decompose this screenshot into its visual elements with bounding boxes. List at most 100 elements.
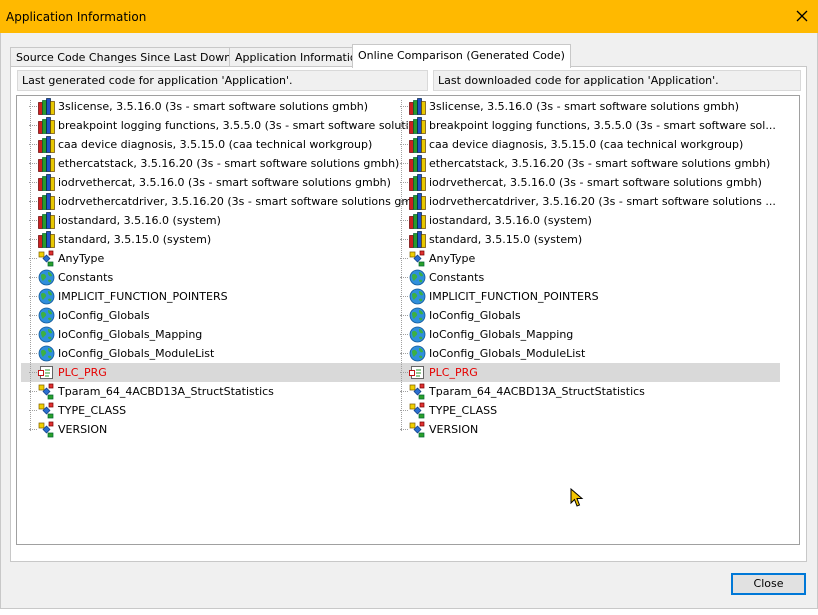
tree-connector <box>29 334 37 335</box>
tree-item-right[interactable]: IoConfig_Globals_ModuleList <box>400 344 779 363</box>
tree-item-right[interactable]: IMPLICIT_FUNCTION_POINTERS <box>400 287 779 306</box>
tree-item-label: iodrvethercat, 3.5.16.0 (3s - smart soft… <box>429 176 762 189</box>
tree-item-right[interactable]: TYPE_CLASS <box>400 401 779 420</box>
title-bar: Application Information <box>0 0 818 33</box>
tree-item-left[interactable]: TYPE_CLASS <box>29 401 424 420</box>
tree-item-label: IMPLICIT_FUNCTION_POINTERS <box>58 290 228 303</box>
tree-item-label: caa device diagnosis, 3.5.15.0 (caa tech… <box>58 138 373 151</box>
tree-connector <box>29 144 37 145</box>
datatype-icon <box>409 421 426 438</box>
globe-icon <box>38 345 55 362</box>
tree-item-right[interactable]: ethercatstack, 3.5.16.20 (3s - smart sof… <box>400 154 779 173</box>
tree-item-left[interactable]: breakpoint logging functions, 3.5.5.0 (3… <box>29 116 424 135</box>
tree-item-label: iostandard, 3.5.16.0 (system) <box>429 214 592 227</box>
datatype-icon <box>409 250 426 267</box>
tree-item-left[interactable]: caa device diagnosis, 3.5.15.0 (caa tech… <box>29 135 424 154</box>
tree-item-right[interactable]: AnyType <box>400 249 779 268</box>
tree-connector <box>400 296 408 297</box>
tree-item-label: iodrvethercat, 3.5.16.0 (3s - smart soft… <box>58 176 391 189</box>
tree-item-right[interactable]: 3slicense, 3.5.16.0 (3s - smart software… <box>400 97 779 116</box>
tab-online-comparison[interactable]: Online Comparison (Generated Code) <box>352 44 571 68</box>
datatype-icon <box>409 402 426 419</box>
tree-item-left[interactable]: VERSION <box>29 420 424 439</box>
tree-item-label: 3slicense, 3.5.16.0 (3s - smart software… <box>58 100 369 113</box>
tree-item-right[interactable]: IoConfig_Globals <box>400 306 779 325</box>
tree-item-left[interactable]: PLC_PRG <box>29 363 424 382</box>
tree-item-label: ethercatstack, 3.5.16.20 (3s - smart sof… <box>58 157 400 170</box>
tree-connector <box>29 353 37 354</box>
close-icon[interactable] <box>790 4 814 28</box>
tree-connector <box>29 163 37 164</box>
tree-item-label: TYPE_CLASS <box>58 404 127 417</box>
globe-icon <box>409 345 426 362</box>
tree-item-left[interactable]: IoConfig_Globals <box>29 306 424 325</box>
library-icon <box>38 136 55 153</box>
tree-item-label: Tparam_64_4ACBD13A_StructStatistics <box>429 385 645 398</box>
tree-item-right[interactable]: iodrvethercat, 3.5.16.0 (3s - smart soft… <box>400 173 779 192</box>
library-icon <box>409 98 426 115</box>
tree-connector <box>400 258 408 259</box>
tree-item-left[interactable]: iostandard, 3.5.16.0 (system) <box>29 211 424 230</box>
tree-item-right[interactable]: VERSION <box>400 420 779 439</box>
tree-item-left[interactable]: iodrvethercatdriver, 3.5.16.20 (3s - sma… <box>29 192 424 211</box>
library-icon <box>409 231 426 248</box>
tree-item-left[interactable]: Constants <box>29 268 424 287</box>
globe-icon <box>38 288 55 305</box>
tree-item-label: standard, 3.5.15.0 (system) <box>58 233 212 246</box>
tree-item-label: iodrvethercatdriver, 3.5.16.20 (3s - sma… <box>429 195 776 208</box>
tree-item-left[interactable]: IoConfig_Globals_Mapping <box>29 325 424 344</box>
tree-item-right[interactable]: PLC_PRG <box>400 363 779 382</box>
tree-connector <box>29 106 37 107</box>
tree-item-right[interactable]: Tparam_64_4ACBD13A_StructStatistics <box>400 382 779 401</box>
tree-item-left[interactable]: iodrvethercat, 3.5.16.0 (3s - smart soft… <box>29 173 424 192</box>
tree-item-label: IoConfig_Globals <box>58 309 150 322</box>
tree-item-left[interactable]: IoConfig_Globals_ModuleList <box>29 344 424 363</box>
tab-application-information[interactable]: Application Information <box>229 47 370 67</box>
tree-connector <box>400 277 408 278</box>
library-icon <box>38 193 55 210</box>
tree-item-label: PLC_PRG <box>58 366 107 379</box>
tree-connector <box>29 239 37 240</box>
tree-item-left[interactable]: ethercatstack, 3.5.16.20 (3s - smart sof… <box>29 154 424 173</box>
library-icon <box>38 117 55 134</box>
globe-icon <box>409 288 426 305</box>
tree-item-label: Constants <box>58 271 114 284</box>
close-button[interactable]: Close <box>731 573 806 595</box>
library-icon <box>38 212 55 229</box>
datatype-icon <box>409 383 426 400</box>
tree-connector <box>29 125 37 126</box>
tree-item-label: breakpoint logging functions, 3.5.5.0 (3… <box>429 119 776 132</box>
library-icon <box>409 155 426 172</box>
tree-item-right[interactable]: iostandard, 3.5.16.0 (system) <box>400 211 779 230</box>
tree-item-label: Tparam_64_4ACBD13A_StructStatistics <box>58 385 274 398</box>
tree-item-label: IMPLICIT_FUNCTION_POINTERS <box>429 290 599 303</box>
globe-icon <box>409 269 426 286</box>
tree-item-label: standard, 3.5.15.0 (system) <box>429 233 583 246</box>
tree-connector <box>400 429 408 430</box>
tree-connector <box>400 144 408 145</box>
datatype-icon <box>38 383 55 400</box>
tab-source-code-changes[interactable]: Source Code Changes Since Last Download <box>10 47 261 67</box>
tree-item-left[interactable]: 3slicense, 3.5.16.0 (3s - smart software… <box>29 97 424 116</box>
tree-connector <box>400 410 408 411</box>
tree-item-right[interactable]: IoConfig_Globals_Mapping <box>400 325 779 344</box>
tree-item-left[interactable]: standard, 3.5.15.0 (system) <box>29 230 424 249</box>
mouse-cursor-icon <box>570 488 584 507</box>
tree-item-left[interactable]: Tparam_64_4ACBD13A_StructStatistics <box>29 382 424 401</box>
globe-icon <box>38 307 55 324</box>
tree-connector <box>400 334 408 335</box>
tree-connector <box>400 353 408 354</box>
tree-item-left[interactable]: IMPLICIT_FUNCTION_POINTERS <box>29 287 424 306</box>
tree-item-right[interactable]: breakpoint logging functions, 3.5.5.0 (3… <box>400 116 779 135</box>
globe-icon <box>409 307 426 324</box>
window-title: Application Information <box>6 10 147 24</box>
tree-item-right[interactable]: iodrvethercatdriver, 3.5.16.20 (3s - sma… <box>400 192 779 211</box>
tree-item-left[interactable]: AnyType <box>29 249 424 268</box>
tree-item-right[interactable]: Constants <box>400 268 779 287</box>
library-icon <box>409 136 426 153</box>
tree-item-right[interactable]: standard, 3.5.15.0 (system) <box>400 230 779 249</box>
tree-item-right[interactable]: caa device diagnosis, 3.5.15.0 (caa tech… <box>400 135 779 154</box>
right-column-header: Last downloaded code for application 'Ap… <box>433 70 801 91</box>
library-icon <box>38 174 55 191</box>
tree-connector <box>400 239 408 240</box>
